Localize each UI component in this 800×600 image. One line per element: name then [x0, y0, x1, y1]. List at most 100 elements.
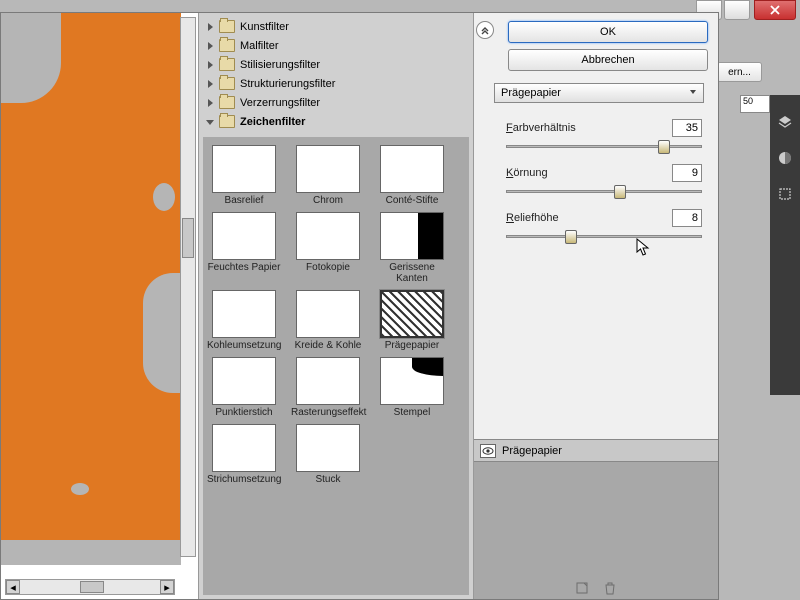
filter-thumb-basrelief[interactable]: Basrelief	[207, 145, 281, 206]
disclosure-triangle-icon	[205, 79, 215, 89]
thumb-label: Rasterungseffekt	[291, 407, 365, 418]
filter-thumb-chrom[interactable]: Chrom	[291, 145, 365, 206]
preview-scrollbar-horizontal[interactable]: ◂ ▸	[5, 579, 175, 595]
scroll-right-arrow[interactable]: ▸	[160, 580, 174, 594]
category-kunstfilter[interactable]: Kunstfilter	[203, 17, 469, 36]
disclosure-triangle-icon	[205, 22, 215, 32]
visibility-icon[interactable]	[480, 444, 496, 458]
folder-icon	[219, 58, 235, 71]
thumb-image	[296, 145, 360, 193]
category-label: Strukturierungsfilter	[240, 78, 335, 90]
dropdown-value: Prägepapier	[501, 87, 561, 99]
thumb-image	[296, 424, 360, 472]
thumb-label: Prägepapier	[375, 340, 449, 351]
slider-track[interactable]	[506, 145, 702, 148]
thumbnail-grid: Basrelief Chrom Conté-Stifte Feuchtes Papie…	[203, 137, 469, 595]
category-label: Zeichenfilter	[240, 116, 305, 128]
category-label: Kunstfilter	[240, 21, 289, 33]
slider-thumb[interactable]	[565, 230, 577, 244]
thumb-label: Kreide & Kohle	[291, 340, 365, 351]
filter-list-pane: Kunstfilter Malfilter Stilisierungsfilter S…	[199, 13, 474, 599]
trash-icon[interactable]	[603, 581, 617, 595]
layers-icon[interactable]	[776, 113, 794, 131]
side-dock	[770, 95, 800, 395]
ern-button[interactable]: ern...	[717, 62, 762, 82]
preview-pane: ◂ ▸	[1, 13, 199, 599]
thumb-label: Stuck	[291, 474, 365, 485]
thumb-label: Strichumsetzung	[207, 474, 281, 485]
settings-pane: OK Abbrechen Prägepapier FarbverhältnisK…	[474, 13, 718, 599]
scroll-left-arrow[interactable]: ◂	[6, 580, 20, 594]
category-label: Stilisierungsfilter	[240, 59, 320, 71]
filter-thumb-kreide-kohle[interactable]: Kreide & Kohle	[291, 290, 365, 351]
preview-image	[1, 13, 181, 565]
thumb-image	[212, 424, 276, 472]
thumb-image	[212, 212, 276, 260]
filter-dropdown[interactable]: Prägepapier	[494, 83, 704, 103]
slider-track[interactable]	[506, 235, 702, 238]
thumb-label: Punktierstich	[207, 407, 281, 418]
slider-thumb[interactable]	[614, 185, 626, 199]
slider-thumb[interactable]	[658, 140, 670, 154]
slider-value-input[interactable]	[672, 164, 702, 182]
new-layer-icon[interactable]	[575, 581, 589, 595]
slider-örnung: Körnung	[506, 164, 710, 193]
ruler-mark: 50	[740, 95, 770, 113]
thumb-label: Conté-Stifte	[375, 195, 449, 206]
slider-value-input[interactable]	[672, 209, 702, 227]
thumb-image	[212, 145, 276, 193]
disclosure-triangle-icon	[205, 117, 215, 127]
filter-thumb-pr-gepapier[interactable]: Prägepapier	[375, 290, 449, 351]
thumb-label: Feuchtes Papier	[207, 262, 281, 273]
filter-thumb-kohleumsetzung[interactable]: Kohleumsetzung	[207, 290, 281, 351]
thumb-image	[380, 212, 444, 260]
filter-thumb-feuchtes-papier[interactable]: Feuchtes Papier	[207, 212, 281, 284]
effect-layer-row[interactable]: Prägepapier	[474, 440, 718, 462]
slider-track[interactable]	[506, 190, 702, 193]
category-malfilter[interactable]: Malfilter	[203, 36, 469, 55]
thumb-image	[380, 357, 444, 405]
thumb-image	[296, 357, 360, 405]
slider-eliefhöhe: Reliefhöhe	[506, 209, 710, 238]
category-verzerrungsfilter[interactable]: Verzerrungsfilter	[203, 93, 469, 112]
category-zeichenfilter[interactable]: Zeichenfilter	[203, 112, 469, 131]
thumb-image	[380, 145, 444, 193]
crop-icon[interactable]	[776, 185, 794, 203]
filter-thumb-fotokopie[interactable]: Fotokopie	[291, 212, 365, 284]
maximize-button[interactable]	[724, 0, 750, 20]
ok-button[interactable]: OK	[508, 21, 708, 43]
folder-icon	[219, 77, 235, 90]
filter-thumb-strichumsetzung[interactable]: Strichumsetzung	[207, 424, 281, 485]
cancel-button[interactable]: Abbrechen	[508, 49, 708, 71]
thumb-label: Gerissene Kanten	[375, 262, 449, 284]
filter-thumb-rasterungseffekt[interactable]: Rasterungseffekt	[291, 357, 365, 418]
thumb-label: Basrelief	[207, 195, 281, 206]
filter-thumb-stempel[interactable]: Stempel	[375, 357, 449, 418]
close-button[interactable]	[754, 0, 796, 20]
effect-layer-name: Prägepapier	[502, 445, 562, 457]
filter-gallery-dialog: ◂ ▸ Kunstfilter Malfilter Stilisierungsfil…	[0, 12, 719, 600]
folder-icon	[219, 115, 235, 128]
disclosure-triangle-icon	[205, 41, 215, 51]
filter-thumb-cont-stifte[interactable]: Conté-Stifte	[375, 145, 449, 206]
chevron-down-icon	[689, 87, 697, 99]
folder-icon	[219, 20, 235, 33]
thumb-image	[212, 290, 276, 338]
filter-thumb-gerissene-kanten[interactable]: Gerissene Kanten	[375, 212, 449, 284]
category-strukturierungsfilter[interactable]: Strukturierungsfilter	[203, 74, 469, 93]
slider-label: Körnung	[506, 167, 548, 179]
disclosure-triangle-icon	[205, 60, 215, 70]
thumb-image	[296, 290, 360, 338]
folder-icon	[219, 96, 235, 109]
thumb-label: Fotokopie	[291, 262, 365, 273]
filter-thumb-punktierstich[interactable]: Punktierstich	[207, 357, 281, 418]
collapse-button[interactable]	[476, 21, 494, 39]
adjustments-icon[interactable]	[776, 149, 794, 167]
slider-value-input[interactable]	[672, 119, 702, 137]
disclosure-triangle-icon	[205, 98, 215, 108]
preview-scrollbar-vertical[interactable]	[180, 17, 196, 557]
effect-layers-panel: Prägepapier	[474, 439, 718, 599]
category-list: Kunstfilter Malfilter Stilisierungsfilter S…	[199, 13, 473, 135]
filter-thumb-stuck[interactable]: Stuck	[291, 424, 365, 485]
category-stilisierungsfilter[interactable]: Stilisierungsfilter	[203, 55, 469, 74]
